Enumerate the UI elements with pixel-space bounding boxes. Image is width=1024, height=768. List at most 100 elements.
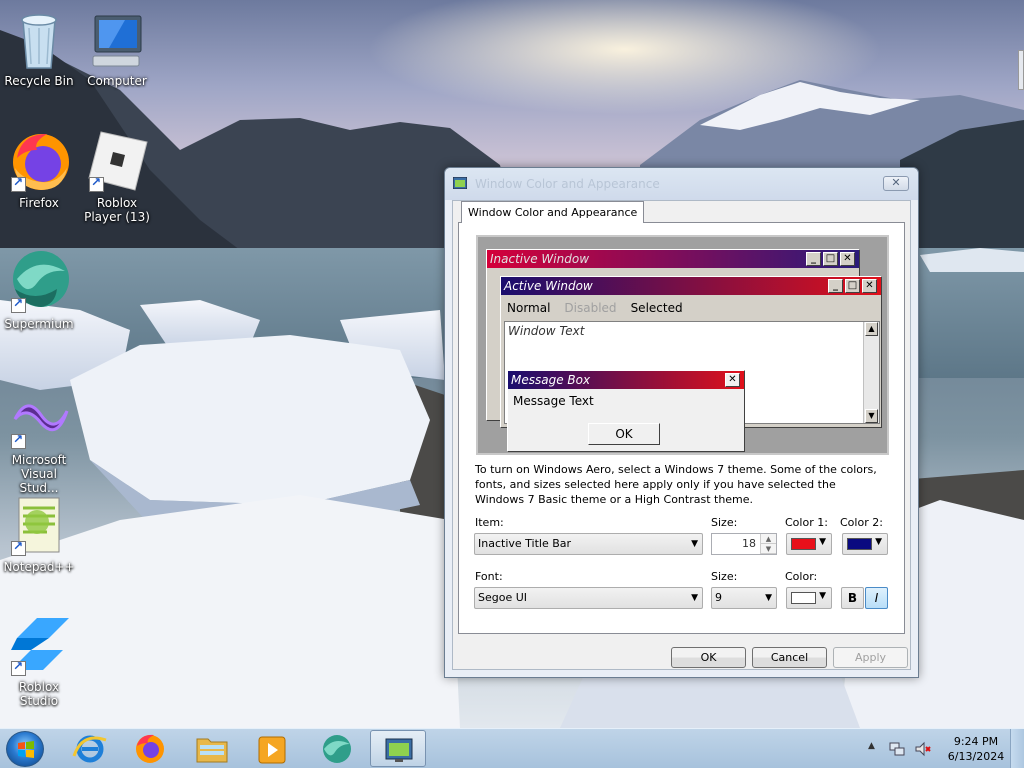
preview-message-box-title: Message Box	[511, 373, 591, 387]
bold-button[interactable]: B	[841, 587, 864, 609]
desktop-icon-label: Firefox	[19, 196, 59, 210]
desktop-icon-label: Notepad++	[3, 560, 75, 574]
chevron-down-icon: ▼	[691, 539, 698, 549]
apply-button[interactable]: Apply	[833, 647, 908, 668]
preview-window-text: Window Text	[508, 324, 585, 338]
network-icon[interactable]	[888, 740, 906, 758]
font-size-dropdown[interactable]: 9 ▼	[711, 587, 777, 609]
font-label: Font:	[475, 570, 503, 583]
shortcut-arrow-icon	[11, 296, 26, 313]
visual-studio-icon	[7, 385, 71, 449]
item-size-spinner[interactable]: 18 ▲ ▼	[711, 533, 777, 555]
shortcut-arrow-icon	[89, 175, 104, 192]
window-color-app-icon	[453, 177, 467, 189]
desktop-icon-label: Supermium	[4, 317, 74, 331]
preview-inactive-title: Inactive Window	[490, 252, 590, 266]
show-desktop-button[interactable]	[1010, 729, 1024, 768]
computer-icon	[85, 6, 149, 70]
close-icon: ✕	[725, 373, 740, 387]
taskbar-file-explorer[interactable]	[184, 730, 240, 767]
desktop-icon-label: Computer	[87, 74, 147, 88]
chevron-down-icon: ▼	[819, 591, 826, 601]
taskbar-window-color-appearance[interactable]	[370, 730, 426, 767]
appearance-preview[interactable]: Inactive Window _ □ ✕ Active Window _ □ …	[476, 235, 889, 455]
spin-down-icon[interactable]: ▼	[761, 544, 776, 554]
firefox-icon	[7, 128, 71, 192]
internet-explorer-icon	[72, 735, 107, 763]
font-color-swatch	[791, 592, 816, 604]
dialog-body: Window Color and Appearance Inactive Win…	[452, 200, 911, 670]
font-size-label: Size:	[711, 570, 738, 583]
tab-window-color-appearance[interactable]: Window Color and Appearance	[461, 201, 645, 223]
minimize-icon: _	[828, 279, 843, 293]
scroll-up-icon: ▲	[865, 322, 878, 336]
item-size-label: Size:	[711, 516, 738, 529]
taskbar-clock[interactable]: 9:24 PM 6/13/2024	[946, 734, 1006, 764]
roblox-player-icon	[85, 128, 149, 192]
close-icon: ✕	[840, 252, 855, 266]
offscreen-window-edge	[1018, 50, 1024, 90]
taskbar-internet-explorer[interactable]	[62, 730, 118, 767]
desktop-icon-notepad-plus-plus[interactable]: Notepad++	[0, 492, 78, 574]
shortcut-arrow-icon	[11, 432, 26, 449]
recycle-bin-icon	[7, 6, 71, 70]
start-button[interactable]	[6, 731, 44, 767]
scroll-down-icon: ▼	[865, 409, 878, 423]
close-button[interactable]: ✕	[883, 176, 909, 191]
preview-menu-normal: Normal	[507, 301, 551, 315]
preview-active-title: Active Window	[504, 279, 593, 293]
close-icon: ✕	[891, 176, 901, 189]
desktop-icon-recycle-bin[interactable]: Recycle Bin	[0, 6, 78, 88]
color1-label: Color 1:	[785, 516, 828, 529]
font-color-label: Color:	[785, 570, 818, 583]
shortcut-arrow-icon	[11, 539, 26, 556]
clock-time: 9:24 PM	[953, 735, 999, 748]
color1-picker[interactable]: ▼	[786, 533, 832, 555]
tray-overflow-icon[interactable]: ▲	[868, 741, 875, 751]
shortcut-arrow-icon	[11, 659, 26, 676]
desktop-icon-visual-studio[interactable]: Microsoft Visual Stud...	[0, 385, 78, 495]
desktop-icon-label: Microsoft Visual Stud...	[11, 453, 67, 495]
taskbar-supermium[interactable]	[308, 730, 364, 767]
desktop-icon-supermium[interactable]: Supermium	[0, 249, 78, 331]
preview-scrollbar: ▲ ▼	[863, 322, 879, 423]
desktop-icon-firefox[interactable]: Firefox	[0, 128, 78, 210]
firefox-icon	[136, 734, 164, 763]
color2-picker[interactable]: ▼	[842, 533, 888, 555]
color2-label: Color 2:	[840, 516, 883, 529]
desktop-icon-computer[interactable]: Computer	[78, 6, 156, 88]
color1-swatch	[791, 538, 816, 550]
maximize-icon: □	[823, 252, 838, 266]
maximize-icon: □	[845, 279, 860, 293]
dialog-title: Window Color and Appearance	[475, 177, 660, 191]
spin-up-icon[interactable]: ▲	[761, 534, 776, 544]
window-color-appearance-dialog: Window Color and Appearance ✕ Window Col…	[444, 167, 919, 678]
font-color-picker[interactable]: ▼	[786, 587, 832, 609]
preview-inactive-titlebar: Inactive Window _ □ ✕	[487, 250, 859, 268]
windows-logo-icon	[18, 741, 34, 758]
ok-button[interactable]: OK	[671, 647, 746, 668]
item-size-value: 18	[742, 537, 756, 550]
desktop-icon-label: Recycle Bin	[4, 74, 74, 88]
shortcut-arrow-icon	[11, 175, 26, 192]
window-color-app-icon	[385, 738, 413, 762]
item-dropdown[interactable]: Inactive Title Bar ▼	[474, 533, 703, 555]
font-dropdown[interactable]: Segoe UI ▼	[474, 587, 703, 609]
taskbar-firefox[interactable]	[122, 730, 178, 767]
item-label: Item:	[475, 516, 504, 529]
desktop-icon-label: Roblox Studio	[18, 680, 60, 708]
chevron-down-icon: ▼	[765, 593, 772, 603]
taskbar: ▲ 9:24 PM 6/13/2024	[0, 728, 1024, 768]
taskbar-media-player[interactable]	[244, 730, 300, 767]
media-player-icon	[258, 736, 286, 764]
italic-button[interactable]: I	[865, 587, 888, 609]
desktop-icon-roblox-studio[interactable]: Roblox Studio	[0, 612, 78, 708]
preview-message-box: Message Box ✕ Message Text OK	[507, 370, 745, 452]
desktop-icon-roblox-player[interactable]: Roblox Player (13)	[78, 128, 156, 224]
cancel-button[interactable]: Cancel	[752, 647, 827, 668]
volume-muted-icon[interactable]	[914, 740, 932, 758]
tab-panel: Inactive Window _ □ ✕ Active Window _ □ …	[458, 222, 905, 634]
notepad-plus-plus-icon	[7, 492, 71, 556]
dialog-titlebar[interactable]: Window Color and Appearance ✕	[445, 168, 918, 200]
preview-menu-bar: Normal Disabled Selected	[507, 301, 683, 315]
